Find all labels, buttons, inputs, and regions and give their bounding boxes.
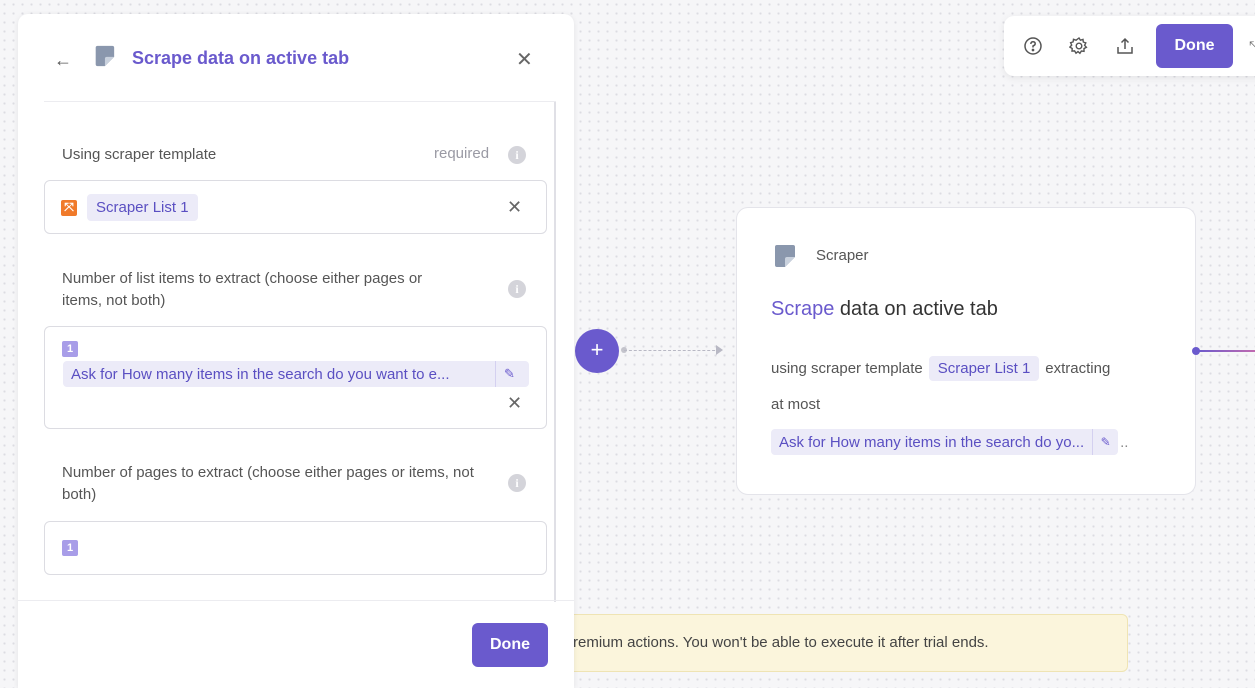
node-title-highlight: Scrape	[771, 298, 835, 320]
number-badge: 1	[62, 540, 78, 556]
node-line-atmost: at most	[771, 396, 820, 413]
template-field[interactable]: ⤧ Scraper List 1 ✕	[44, 180, 547, 234]
clear-items-icon[interactable]: ✕	[507, 393, 522, 414]
field-label-items: Number of list items to extract (choose …	[62, 270, 423, 309]
ask-chip-text: Ask for How many items in the search do …	[71, 365, 450, 383]
trial-warning-banner: remium actions. You won't be able to exe…	[540, 614, 1128, 672]
connector-arrow-icon	[716, 345, 723, 355]
top-toolbar: Done ⤡	[1004, 16, 1255, 76]
panel-footer: Done	[18, 600, 574, 688]
panel-done-button[interactable]: Done	[472, 623, 548, 667]
node-app-name: Scraper	[816, 247, 869, 264]
number-badge: 1	[62, 341, 78, 357]
warning-text: remium actions. You won't be able to exe…	[573, 634, 989, 651]
pencil-icon[interactable]: ✎	[1092, 429, 1118, 455]
panel-header: ← Scrape data on active tab ✕	[44, 14, 556, 102]
field-label-template: Using scraper template	[62, 146, 217, 163]
add-step-button[interactable]: +	[575, 329, 619, 373]
node-line1-suffix: extracting	[1045, 360, 1111, 377]
template-value: ⤧ Scraper List 1	[61, 194, 198, 221]
scraper-template-icon: ⤧	[61, 199, 77, 216]
output-connector-line	[1196, 350, 1255, 352]
node-line-ask: Ask for How many items in the search do …	[771, 429, 1128, 455]
pencil-icon[interactable]: ✎	[495, 361, 523, 387]
back-arrow-icon[interactable]: ←	[54, 50, 72, 71]
share-icon[interactable]	[1114, 35, 1136, 57]
node-title-rest: data on active tab	[834, 298, 998, 320]
scraper-logo-icon	[95, 45, 115, 67]
collapse-icon[interactable]: ⤡	[1249, 38, 1255, 55]
panel-title: Scrape data on active tab	[132, 48, 350, 68]
node-title: Scrape data on active tab	[771, 298, 998, 321]
field-label-pages: Number of pages to extract (choose eithe…	[62, 464, 474, 503]
output-connector-dot[interactable]	[1192, 347, 1200, 355]
clear-template-icon[interactable]: ✕	[507, 197, 522, 218]
required-label: required	[434, 145, 490, 162]
node-line2: at most	[771, 396, 821, 413]
help-icon[interactable]	[1022, 35, 1044, 57]
node-ask-text: Ask for How many items in the search do …	[779, 433, 1085, 451]
info-icon[interactable]: i	[508, 474, 526, 492]
gear-icon[interactable]	[1068, 35, 1090, 57]
ask-chip[interactable]: Ask for How many items in the search do …	[63, 361, 529, 387]
node-line-template: using scraper template Scraper List 1 ex…	[771, 356, 1110, 381]
items-field[interactable]: 1 Ask for How many items in the search d…	[44, 326, 547, 429]
info-icon[interactable]: i	[508, 280, 526, 298]
scraper-logo-icon	[775, 245, 795, 267]
node-ask-trailing: ..	[1120, 433, 1129, 451]
connector-line	[624, 350, 720, 351]
info-icon[interactable]: i	[508, 146, 526, 164]
pages-field[interactable]: 1	[44, 521, 547, 575]
template-chip[interactable]: Scraper List 1	[87, 194, 198, 221]
action-config-panel: ← Scrape data on active tab ✕ Using scra…	[18, 14, 574, 688]
scraper-node-card[interactable]: Scraper Scrape data on active tab using …	[736, 207, 1196, 495]
close-icon[interactable]: ✕	[516, 47, 533, 72]
node-ask-chip[interactable]: Ask for How many items in the search do …	[771, 429, 1119, 455]
toolbar-done-button[interactable]: Done	[1156, 24, 1233, 68]
node-template-chip[interactable]: Scraper List 1	[928, 356, 1040, 381]
node-line1-prefix: using scraper template	[771, 360, 923, 377]
panel-scrollbar[interactable]	[554, 102, 556, 602]
